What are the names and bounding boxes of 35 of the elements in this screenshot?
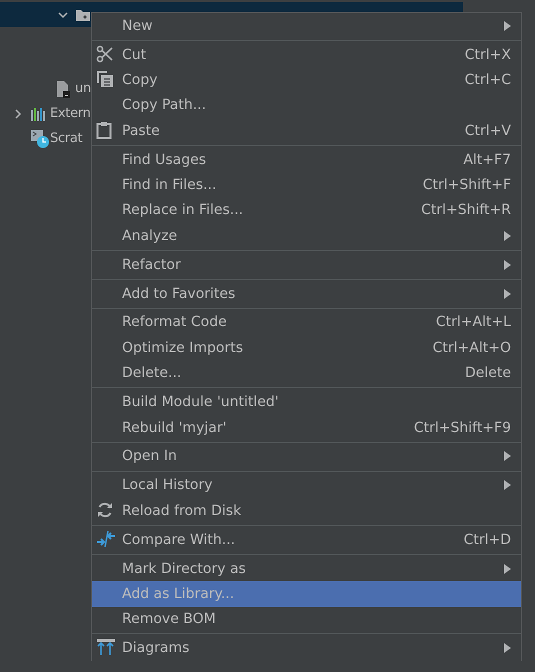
menu-item[interactable]: Copy Ctrl+C xyxy=(92,67,521,93)
menu-item[interactable]: Reformat Code Ctrl+Alt+L xyxy=(92,310,521,336)
menu-item[interactable]: Replace in Files... Ctrl+Shift+R xyxy=(92,198,521,224)
menu-item[interactable]: Build Module 'untitled' xyxy=(92,389,521,415)
diagram-icon xyxy=(96,638,116,656)
scissors-icon xyxy=(96,44,114,63)
menu-item[interactable]: Compare With... Ctrl+D xyxy=(92,526,521,552)
library-icon xyxy=(30,106,48,120)
menu-item[interactable]: Find in Files... Ctrl+Shift+F xyxy=(92,172,521,198)
menu-item[interactable]: Remove BOM xyxy=(92,606,521,632)
menu-item[interactable]: Find Usages Alt+F7 xyxy=(92,146,521,172)
menu-item[interactable]: Add to Favorites xyxy=(92,280,521,306)
file-icon xyxy=(55,80,71,98)
tree-item[interactable]: Extern xyxy=(50,106,91,121)
menu-item[interactable]: New xyxy=(92,13,521,38)
menu-item[interactable]: Analyze xyxy=(92,223,521,249)
compare-arrows-icon xyxy=(96,530,116,548)
menu-item[interactable]: Optimize Imports Ctrl+Alt+O xyxy=(92,335,521,361)
menu-item[interactable]: Rebuild 'myjar' Ctrl+Shift+F9 xyxy=(92,414,521,440)
scratch-file-icon xyxy=(30,128,50,148)
reload-icon xyxy=(96,501,114,520)
tree-item[interactable]: Scrat xyxy=(50,131,82,146)
menu-item[interactable]: Mark Directory as xyxy=(92,556,521,582)
menu-item[interactable]: Diagrams xyxy=(92,635,521,661)
clipboard-icon xyxy=(96,121,112,140)
menu-item[interactable]: Refactor xyxy=(92,252,521,278)
menu-item[interactable]: Reload from Disk xyxy=(92,498,521,524)
menu-item[interactable]: Delete... Delete xyxy=(92,360,521,386)
tree-item[interactable]: un xyxy=(75,81,91,96)
menu-item[interactable]: Local History xyxy=(92,472,521,498)
menu-item[interactable]: Cut Ctrl+X xyxy=(92,42,521,68)
menu-item[interactable]: Open In xyxy=(92,444,521,470)
menu-item[interactable]: Copy Path... xyxy=(92,92,521,118)
menu-item[interactable]: Paste Ctrl+V xyxy=(92,118,521,144)
copy-icon xyxy=(96,70,114,88)
